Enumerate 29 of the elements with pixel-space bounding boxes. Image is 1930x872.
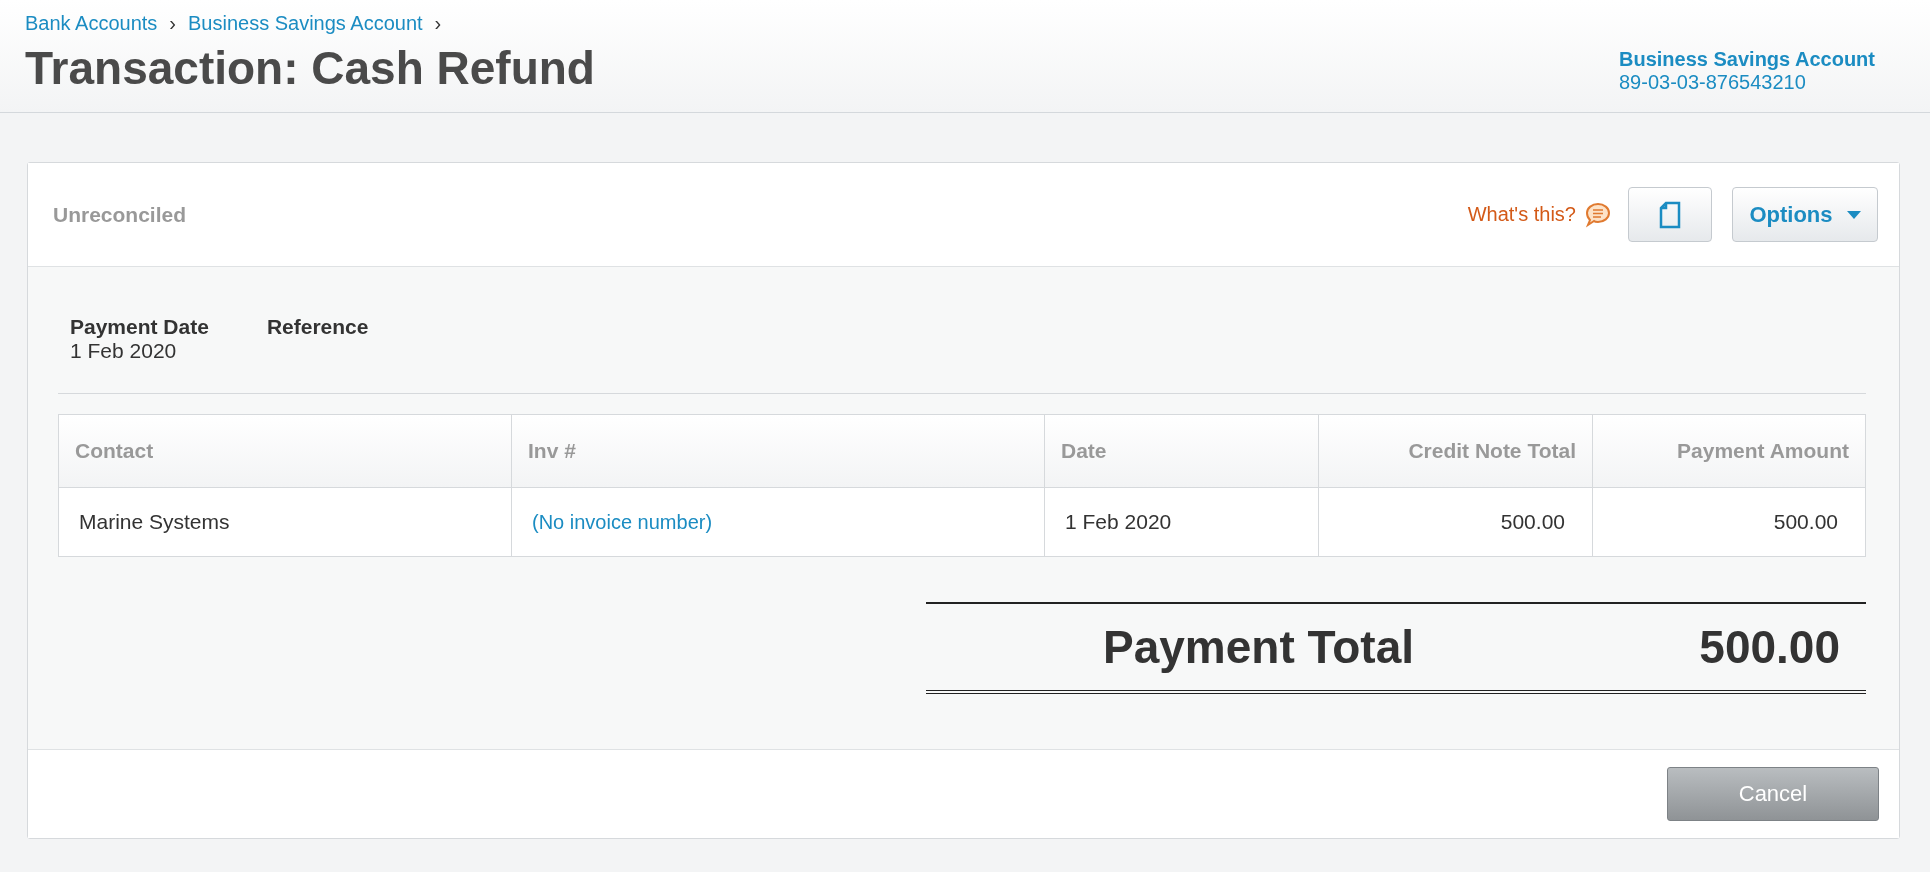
invoice-link[interactable]: (No invoice number) — [532, 510, 713, 534]
breadcrumb-link[interactable]: Business Savings Account — [188, 12, 423, 35]
table-cell: 500.00 — [1318, 488, 1592, 556]
total-label: Payment Total — [1103, 620, 1414, 674]
breadcrumb-link[interactable]: Bank Accounts — [25, 12, 158, 35]
account-number-link[interactable]: 89-03-03-876543210 — [1619, 71, 1875, 94]
status-label: Unreconciled — [53, 202, 188, 227]
document-button[interactable] — [1628, 187, 1712, 242]
breadcrumb-separator: › — [434, 12, 442, 35]
help-link[interactable]: What's this? — [1467, 200, 1612, 229]
column-header: Date — [1044, 415, 1318, 488]
speech-bubble-icon — [1584, 200, 1612, 229]
column-header: Credit Note Total — [1318, 415, 1592, 488]
field-label: Reference — [266, 315, 369, 339]
cancel-button[interactable]: Cancel — [1667, 767, 1879, 821]
table-cell: 500.00 — [1592, 488, 1865, 556]
account-name-link[interactable]: Business Savings Account — [1619, 48, 1875, 71]
caret-icon — [1846, 210, 1861, 219]
column-header: Payment Amount — [1592, 415, 1865, 488]
table-cell-text: Marine Systems — [78, 509, 231, 535]
document-icon — [1659, 200, 1681, 229]
field-value: 1 Feb 2020 — [70, 339, 178, 363]
breadcrumb-separator: › — [169, 12, 176, 35]
column-header: Inv # — [511, 415, 1044, 488]
table-cell: 1 Feb 2020 — [1044, 488, 1318, 556]
total-value: 500.00 — [1699, 620, 1840, 674]
options-button[interactable]: Options — [1732, 187, 1878, 242]
page-title: Transaction: Cash Refund — [25, 41, 595, 95]
field-label: Payment Date — [70, 315, 209, 339]
